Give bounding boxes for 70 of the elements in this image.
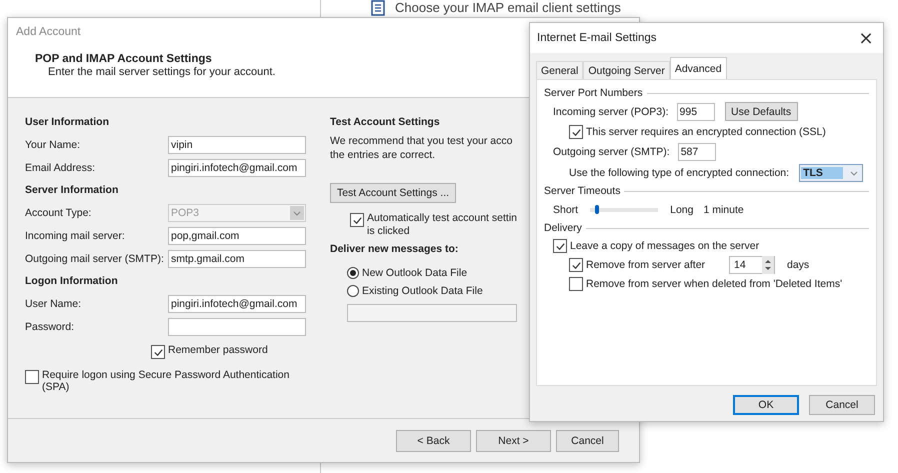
dialog-button[interactable]: OK bbox=[733, 395, 799, 415]
field-label: Password: bbox=[25, 320, 76, 332]
field-label: Incoming server (POP3): bbox=[553, 106, 669, 118]
group-heading: Server Port Numbers bbox=[544, 87, 643, 99]
caret-icon bbox=[290, 206, 304, 220]
radio-button[interactable] bbox=[347, 285, 359, 297]
text-field[interactable]: pingiri.infotech@gmail.com bbox=[168, 158, 306, 176]
text-field[interactable]: pop,gmail.com bbox=[168, 226, 306, 244]
checkbox-label: Remember password bbox=[168, 344, 268, 356]
section-subheading: Enter the mail server settings for your account. bbox=[48, 66, 276, 78]
slider-label: Short bbox=[553, 204, 578, 216]
text-field[interactable]: vipin bbox=[168, 136, 306, 154]
section-heading: POP and IMAP Account Settings bbox=[35, 53, 212, 65]
checkbox[interactable] bbox=[569, 258, 583, 272]
group-heading: Deliver new messages to: bbox=[330, 242, 458, 257]
document-icon bbox=[371, 0, 385, 16]
close-button[interactable]: × bbox=[849, 23, 883, 53]
unit-label: days bbox=[787, 258, 810, 270]
checkbox-label: Remove from server when deleted from 'Deleted Items' bbox=[586, 278, 842, 290]
group-heading: Delivery bbox=[544, 222, 582, 234]
text-field[interactable]: pingiri.infotech@gmail.com bbox=[168, 294, 306, 312]
dialog-button[interactable]: Next > bbox=[476, 430, 551, 452]
timeout-reading: 1 minute bbox=[703, 204, 744, 216]
checkbox[interactable] bbox=[25, 370, 39, 384]
tab[interactable]: Outgoing Server bbox=[583, 61, 670, 79]
use-defaults-button[interactable]: Use Defaults bbox=[724, 102, 798, 121]
field-label: Outgoing mail server (SMTP): bbox=[25, 252, 165, 264]
days-spin-box[interactable]: 14 bbox=[729, 256, 775, 274]
page-heading: Choose your IMAP email client settings bbox=[395, 0, 621, 16]
slider-label: Long bbox=[670, 204, 694, 216]
checkbox-label: Require logon using Secure Password Authentication (SPA) bbox=[42, 369, 290, 393]
checkbox-label: Automatically test account settin is clicked bbox=[367, 212, 517, 238]
encryption-select[interactable]: TLS bbox=[799, 164, 864, 182]
checkbox-label: Leave a copy of messages on the server bbox=[570, 240, 760, 252]
group-heading: Logon Information bbox=[25, 274, 118, 289]
checkbox[interactable] bbox=[569, 125, 583, 139]
group-heading: Server Timeouts bbox=[544, 185, 620, 197]
field-label: Use the following type of encrypted connection: bbox=[569, 166, 790, 178]
field-label: Incoming mail server: bbox=[25, 230, 126, 242]
description-text: We recommend that you test your acco the entries are correct. bbox=[330, 134, 514, 162]
radio-label: New Outlook Data File bbox=[362, 267, 468, 279]
text-field[interactable]: smtp.gmail.com bbox=[168, 250, 306, 268]
field-label: Your Name: bbox=[25, 138, 82, 150]
group-heading: User Information bbox=[25, 115, 110, 130]
test-account-settings-button[interactable]: Test Account Settings ... bbox=[330, 183, 456, 203]
field-label: User Name: bbox=[25, 298, 82, 310]
checkbox-label: This server requires an encrypted connection (SSL) bbox=[586, 126, 826, 138]
checkbox[interactable] bbox=[350, 213, 364, 227]
file-path-field[interactable] bbox=[347, 304, 517, 322]
dialog-button[interactable]: Cancel bbox=[556, 430, 619, 452]
field-label: Outgoing server (SMTP): bbox=[553, 146, 670, 158]
dialog-title: Add Account bbox=[16, 26, 81, 38]
checkbox[interactable] bbox=[151, 345, 165, 359]
port-field[interactable]: 995 bbox=[676, 102, 715, 120]
dialog-button[interactable]: < Back bbox=[396, 430, 471, 452]
dialog-title: Internet E-mail Settings bbox=[537, 32, 657, 44]
radio-button[interactable] bbox=[347, 267, 359, 279]
port-field[interactable]: 587 bbox=[678, 142, 716, 160]
tab[interactable]: Advanced bbox=[670, 57, 727, 79]
tab[interactable]: General bbox=[536, 61, 584, 79]
radio-label: Existing Outlook Data File bbox=[362, 285, 483, 297]
checkbox[interactable] bbox=[553, 239, 567, 253]
field-label: Email Address: bbox=[25, 162, 96, 174]
group-heading: Server Information bbox=[25, 183, 118, 198]
text-field[interactable] bbox=[168, 318, 306, 336]
checkbox-label: Remove from server after bbox=[586, 258, 706, 270]
group-heading: Test Account Settings bbox=[330, 115, 440, 130]
checkbox[interactable] bbox=[569, 277, 583, 291]
field-label: Account Type: bbox=[25, 206, 92, 218]
dialog-button[interactable]: Cancel bbox=[809, 395, 875, 415]
